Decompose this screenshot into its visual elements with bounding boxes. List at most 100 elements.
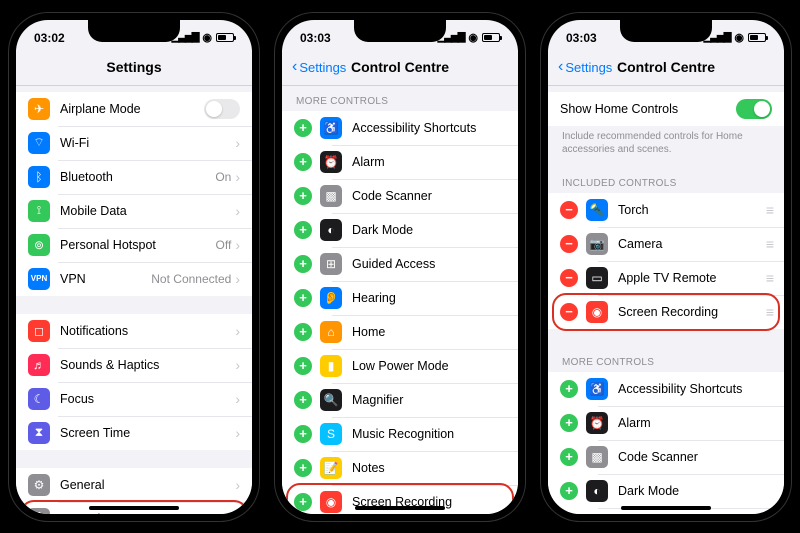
nav-header: ‹ Settings Control Centre [548,50,784,86]
back-label: Settings [299,60,346,75]
chevron-right-icon: › [235,238,240,252]
status-time: 03:02 [34,31,65,45]
remove-button[interactable]: − [560,235,578,253]
hourglass-icon: ⧗ [28,422,50,444]
toggle[interactable] [736,99,772,119]
add-button[interactable]: + [294,119,312,137]
settings-row[interactable]: ⟟Mobile Data› [16,194,252,228]
settings-row[interactable]: ⌔Wi-Fi› [16,126,252,160]
control-row: +⌂Home [282,315,518,349]
row-label: Alarm [352,155,506,169]
nav-header: Settings [16,50,252,86]
add-button[interactable]: + [294,357,312,375]
settings-row[interactable]: ᛒBluetoothOn› [16,160,252,194]
control-row: +▮Low Power Mode [282,349,518,383]
chevron-right-icon: › [235,136,240,150]
row-label: Home [352,325,506,339]
settings-row[interactable]: ☾Focus› [16,382,252,416]
add-button[interactable]: + [560,448,578,466]
nav-header: ‹ Settings Control Centre [282,50,518,86]
settings-row[interactable]: ⚙General› [16,468,252,502]
row-label: Personal Hotspot [60,238,216,252]
notch [88,20,180,42]
settings-list[interactable]: ✈Airplane Mode⌔Wi-Fi›ᛒBluetoothOn›⟟Mobil… [16,86,252,514]
settings-row[interactable]: ◻Notifications› [16,314,252,348]
bell-icon: ◻ [28,320,50,342]
control-row: +🔍Magnifier [282,383,518,417]
drag-handle-icon[interactable]: ≡ [766,236,772,252]
torch-icon: 🔦 [586,199,608,221]
add-button[interactable]: + [560,482,578,500]
add-button[interactable]: + [560,414,578,432]
switches-icon: ⫿ [28,508,50,514]
chevron-right-icon: › [235,204,240,218]
add-button[interactable]: + [294,391,312,409]
remove-button[interactable]: − [560,303,578,321]
settings-row[interactable]: ⧗ Screen Time› [16,416,252,450]
back-button[interactable]: ‹ Settings [292,59,346,75]
row-label: Alarm [618,416,772,430]
row-label: Wi-Fi [60,136,235,150]
control-row: +SMusic Recognition [282,417,518,451]
darkmode-icon: ◐ [320,219,342,241]
add-button[interactable]: + [294,153,312,171]
row-label: Airplane Mode [60,102,204,116]
settings-row[interactable]: ♬Sounds & Haptics› [16,348,252,382]
row-detail: Not Connected [151,272,231,286]
home-indicator[interactable] [355,506,445,510]
add-button[interactable]: + [294,425,312,443]
add-button[interactable]: + [560,380,578,398]
control-row: +◐Dark Mode [282,213,518,247]
home-indicator[interactable] [89,506,179,510]
drag-handle-icon[interactable]: ≡ [766,202,772,218]
settings-row[interactable]: ⊚Personal HotspotOff› [16,228,252,262]
add-button[interactable]: + [294,187,312,205]
row-label: Mobile Data [60,204,235,218]
row-label: General [60,478,235,492]
toggle[interactable] [204,99,240,119]
controls-list[interactable]: Show Home Controls Include recommended co… [548,86,784,514]
alarm-icon: ⏰ [320,151,342,173]
status-time: 03:03 [566,31,597,45]
drag-handle-icon[interactable]: ≡ [766,270,772,286]
add-button[interactable]: + [294,289,312,307]
remove-button[interactable]: − [560,201,578,219]
footnote: Include recommended controls for Home ac… [548,128,784,168]
row-detail: Off [216,238,232,252]
control-row: −▭Apple TV Remote≡ [548,261,784,295]
row-label: Dark Mode [618,484,772,498]
chevron-right-icon: › [235,170,240,184]
back-button[interactable]: ‹ Settings [558,59,612,75]
row-label: Show Home Controls [560,102,736,116]
home-indicator[interactable] [621,506,711,510]
row-label: Code Scanner [618,450,772,464]
remove-button[interactable]: − [560,269,578,287]
accessibility-icon: ♿ [586,378,608,400]
qrcode-icon: ▩ [320,185,342,207]
settings-row[interactable]: ✈Airplane Mode [16,92,252,126]
page-title: Control Centre [617,59,715,75]
phone-2: 03:03 ▁▃▅▇ ◉ ‹ Settings Control Centre M… [274,12,526,522]
add-button[interactable]: + [294,459,312,477]
row-label: Screen Time [60,426,235,440]
row-label: Notes [352,461,506,475]
control-row: +◐Dark Mode [548,474,784,508]
section-header: MORE CONTROLS [282,86,518,111]
controls-list[interactable]: MORE CONTROLS+♿Accessibility Shortcuts+⏰… [282,86,518,514]
shazam-icon: S [320,423,342,445]
row-label: Magnifier [352,393,506,407]
add-button[interactable]: + [294,255,312,273]
chevron-right-icon: › [235,426,240,440]
bluetooth-icon: ᛒ [28,166,50,188]
row-label: Control Centre [60,512,235,514]
camera-icon: 📷 [586,233,608,255]
add-button[interactable]: + [294,323,312,341]
row-label: Accessibility Shortcuts [618,382,772,396]
row-label: Notifications [60,324,235,338]
add-button[interactable]: + [294,493,312,511]
add-button[interactable]: + [294,221,312,239]
appletv-icon: ▭ [586,267,608,289]
settings-row[interactable]: VPNVPNNot Connected› [16,262,252,296]
drag-handle-icon[interactable]: ≡ [766,304,772,320]
section-header: MORE CONTROLS [548,347,784,372]
